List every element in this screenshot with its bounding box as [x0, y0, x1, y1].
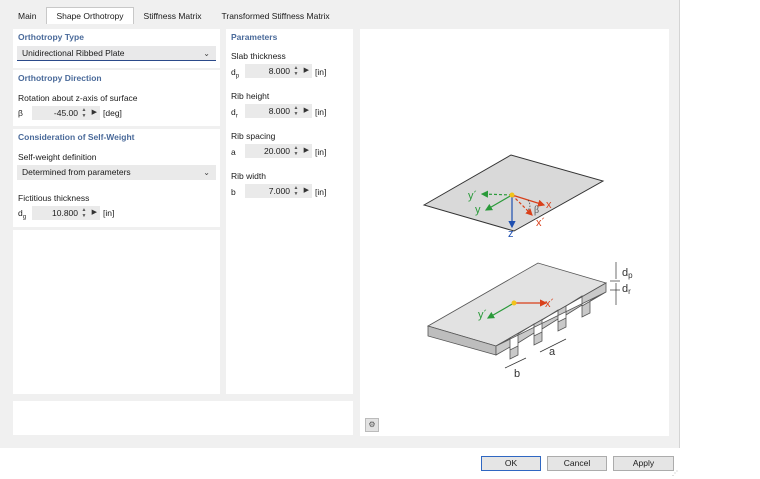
tab-transformed-stiffness-matrix[interactable]: Transformed Stiffness Matrix [212, 7, 340, 24]
self-weight-definition-value: Determined from parameters [22, 167, 131, 177]
play-icon[interactable]: ▶ [92, 206, 97, 220]
beta-symbol: β [18, 108, 23, 118]
slab-thickness-value: 8.000 [268, 66, 290, 76]
rib-width-value: 7.000 [268, 186, 290, 196]
chevron-down-icon: ⌄ [203, 168, 210, 177]
origin-dot [509, 192, 515, 198]
self-weight-definition-label: Self-weight definition [18, 152, 97, 162]
fictitious-thickness-label: Fictitious thickness [18, 193, 90, 203]
rib-spacing-unit: [in] [315, 147, 327, 157]
play-icon[interactable]: ▶ [304, 184, 309, 198]
comment-panel [13, 401, 353, 435]
rotation-label: Rotation about z-axis of surface [18, 93, 138, 103]
label-x: x [546, 199, 552, 211]
chevron-down-icon: ⌄ [203, 49, 210, 58]
slab-thickness-label: Slab thickness [231, 51, 286, 61]
spinner-arrows-icon[interactable]: ▲ ▼ [293, 105, 299, 117]
spinner-arrows-icon[interactable]: ▲ ▼ [293, 65, 299, 77]
empty-left-panel [13, 230, 220, 394]
figure-panel: y´ y x x´ z β x´ y´ dp dr a b ⚙ [360, 29, 669, 436]
orthotropy-direction-title: Orthotropy Direction [18, 73, 102, 83]
label-dr: dr [622, 283, 631, 296]
spinner-arrows-icon[interactable]: ▲ ▼ [81, 107, 87, 119]
rib-width-label: Rib width [231, 171, 266, 181]
spinner-arrows-icon[interactable]: ▲ ▼ [293, 185, 299, 197]
slab-thickness-input[interactable]: 8.000 ▲ ▼ ▶ [245, 64, 312, 78]
label-x-prime: x´ [536, 217, 545, 229]
self-weight-panel: Consideration of Self-Weight Self-weight… [13, 129, 220, 227]
orthotropy-type-value: Unidirectional Ribbed Plate [22, 48, 125, 58]
tab-main[interactable]: Main [8, 7, 46, 24]
slab-thickness-symbol: dp [231, 67, 240, 80]
rib-spacing-label: Rib spacing [231, 131, 276, 141]
rib-width-symbol: b [231, 187, 236, 197]
rib-width-unit: [in] [315, 187, 327, 197]
self-weight-definition-select[interactable]: Determined from parameters ⌄ [17, 165, 216, 180]
label-x-prime-rib: x´ [545, 298, 554, 310]
label-y: y [475, 204, 481, 216]
rotation-value: -45.00 [53, 108, 78, 118]
rotation-input[interactable]: -45.00 ▲ ▼ ▶ [32, 106, 100, 120]
rib-spacing-value: 20.000 [264, 146, 290, 156]
orthotropy-type-panel: Orthotropy Type Unidirectional Ribbed Pl… [13, 29, 220, 68]
orthotropy-direction-panel: Orthotropy Direction Rotation about z-ax… [13, 70, 220, 126]
label-z: z [508, 228, 514, 240]
label-b: b [514, 368, 520, 380]
fictitious-symbol: dg [18, 208, 27, 221]
fictitious-thickness-unit: [in] [103, 208, 115, 218]
label-dp: dp [622, 267, 633, 280]
parameters-panel: Parameters Slab thickness dp 8.000 ▲ ▼ ▶ … [226, 29, 353, 394]
fictitious-thickness-value: 10.800 [52, 208, 78, 218]
tab-stiffness-matrix[interactable]: Stiffness Matrix [134, 7, 212, 24]
parameters-title: Parameters [231, 32, 278, 42]
label-y-prime: y´ [468, 190, 477, 202]
apply-button[interactable]: Apply [613, 456, 674, 471]
play-icon[interactable]: ▶ [92, 106, 97, 120]
fictitious-thickness-input[interactable]: 10.800 ▲ ▼ ▶ [32, 206, 100, 220]
dim-b-line [504, 357, 527, 369]
cancel-button[interactable]: Cancel [547, 456, 607, 471]
origin-dot-rib [511, 300, 517, 306]
orthotropy-type-title: Orthotropy Type [18, 32, 84, 42]
rib-height-value: 8.000 [268, 106, 290, 116]
rib-spacing-symbol: a [231, 147, 236, 157]
label-beta: β [534, 205, 539, 216]
label-y-prime-rib: y´ [478, 309, 487, 321]
self-weight-title: Consideration of Self-Weight [18, 132, 135, 142]
play-icon[interactable]: ▶ [304, 144, 309, 158]
orthotropy-figure: y´ y x x´ z β x´ y´ dp dr a b [422, 154, 633, 380]
rib-height-symbol: dr [231, 107, 238, 120]
label-a: a [549, 346, 556, 358]
dialog-border [679, 0, 680, 448]
rib-width-input[interactable]: 7.000 ▲ ▼ ▶ [245, 184, 312, 198]
figure-options-icon[interactable]: ⚙ [365, 418, 379, 432]
rib-height-unit: [in] [315, 107, 327, 117]
play-icon[interactable]: ▶ [304, 104, 309, 118]
resize-grip-icon[interactable]: ⋰ [672, 470, 680, 478]
rib-height-label: Rib height [231, 91, 270, 101]
spinner-arrows-icon[interactable]: ▲ ▼ [81, 207, 87, 219]
play-icon[interactable]: ▶ [304, 64, 309, 78]
slab-thickness-unit: [in] [315, 67, 327, 77]
rib-spacing-input[interactable]: 20.000 ▲ ▼ ▶ [245, 144, 312, 158]
rotation-unit: [deg] [103, 108, 122, 118]
tab-shape-orthotropy[interactable]: Shape Orthotropy [46, 7, 134, 24]
orthotropy-type-select[interactable]: Unidirectional Ribbed Plate ⌄ [17, 46, 216, 61]
tab-bar: Main Shape Orthotropy Stiffness Matrix T… [8, 7, 340, 24]
spinner-arrows-icon[interactable]: ▲ ▼ [293, 145, 299, 157]
ok-button[interactable]: OK [481, 456, 541, 471]
rib-height-input[interactable]: 8.000 ▲ ▼ ▶ [245, 104, 312, 118]
